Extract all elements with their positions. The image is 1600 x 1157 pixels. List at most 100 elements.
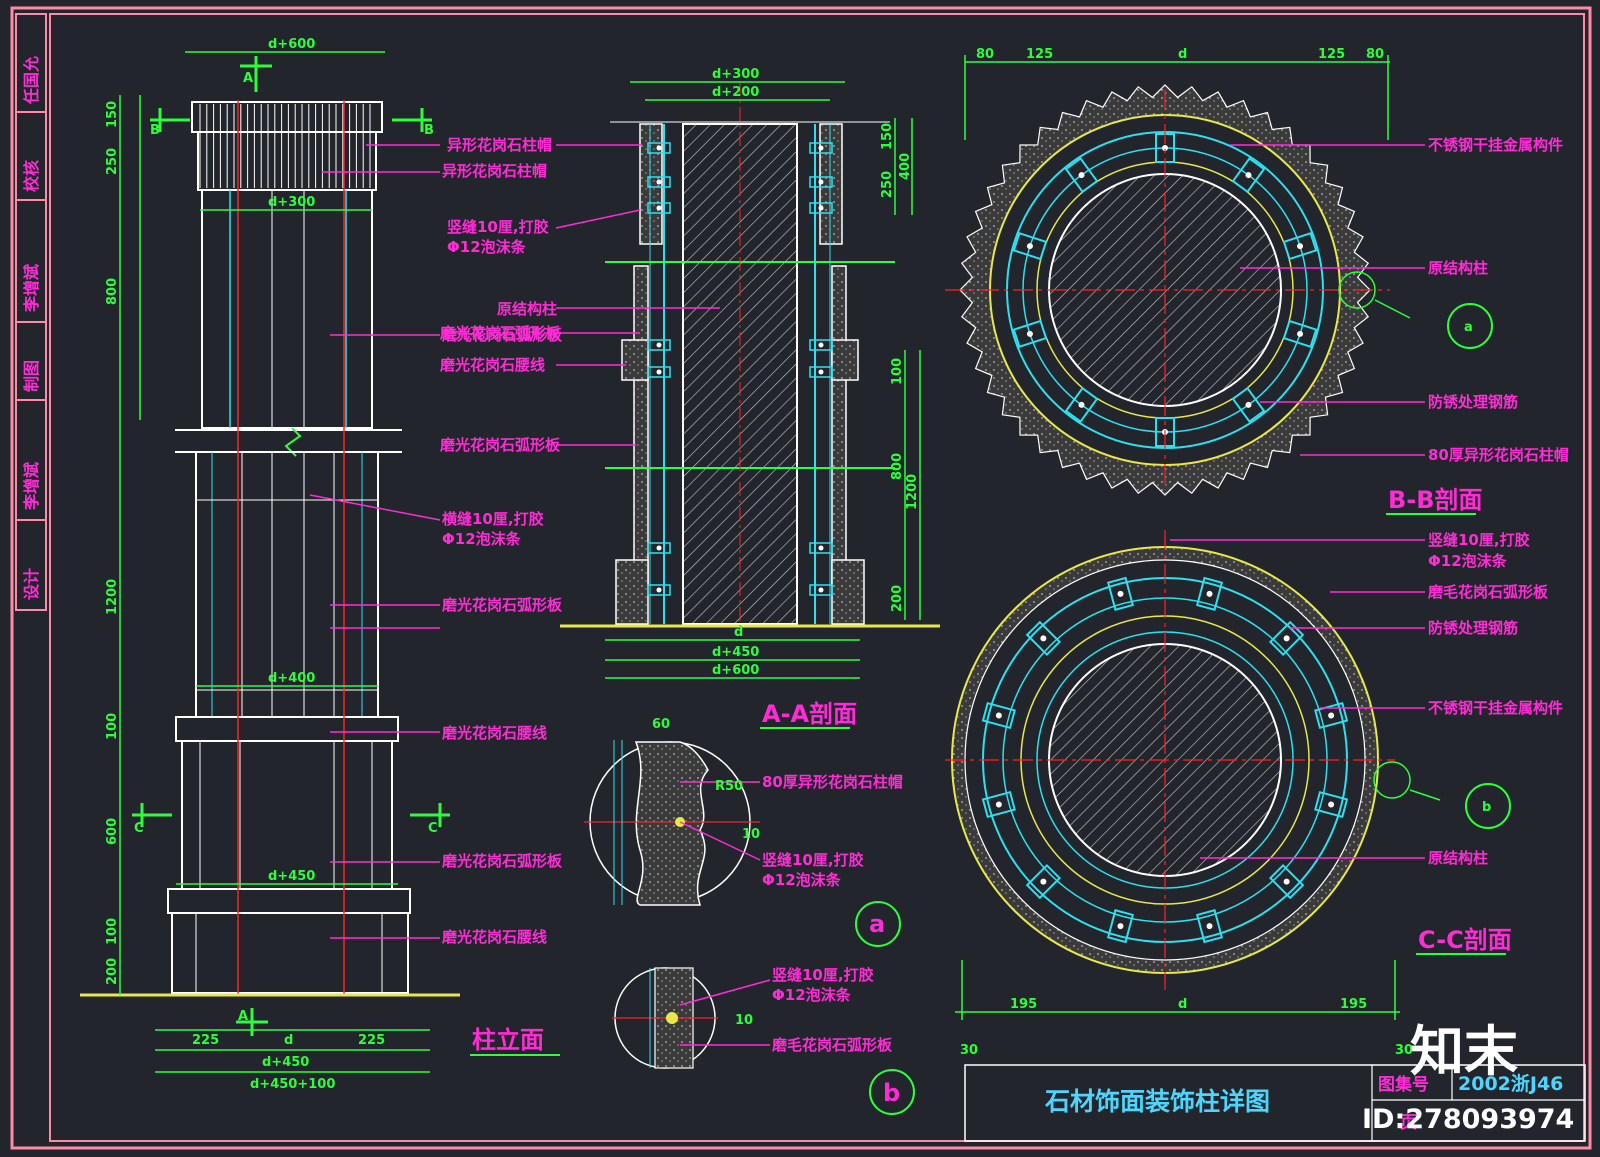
section-cc: b — [945, 530, 1511, 990]
detail-a-label-2: Φ12泡沫条 — [762, 871, 842, 889]
dim-elev-v-1: 250 — [105, 148, 120, 175]
detail-b: b 竖缝10厘,打胶 Φ12泡沫条 磨毛花岗石弧形板 10 — [612, 966, 915, 1115]
aa-label-foam: Φ12泡沫条 — [447, 238, 527, 256]
dim-elev-v-0: 150 — [105, 101, 120, 128]
dim-elev-base: d+450 — [268, 869, 315, 884]
aa-anchor-bolt — [818, 369, 824, 375]
elevation-leaders — [309, 144, 441, 939]
aa-label-panel-2: 磨光花岗石弧形板 — [439, 436, 561, 454]
detail-a: a 80厚异形花岗石柱帽 竖缝10厘,打胶 Φ12泡沫条 60 R50 10 — [584, 717, 903, 947]
bb-label-rebar: 防锈处理钢筋 — [1428, 393, 1518, 411]
cc-label-anchor: 不锈钢干挂金属构件 — [1428, 699, 1563, 717]
detail-a-dim-1: R50 — [715, 779, 743, 794]
section-bb: a — [945, 84, 1493, 496]
strip-text-designer: 李增斌 — [22, 462, 41, 511]
aa-anchor-bolt — [818, 545, 824, 551]
dim-aa-top-1: d+200 — [712, 85, 759, 100]
detail-b-label-1: Φ12泡沫条 — [772, 986, 852, 1004]
marker-b-left: B — [150, 123, 160, 138]
detail-b-label-0: 竖缝10厘,打胶 — [772, 966, 874, 984]
dim-aa-top-0: d+300 — [712, 67, 759, 82]
elev-label-panel-3: 磨光花岗石弧形板 — [441, 852, 563, 870]
dim-elev-bottom-0: 225 — [192, 1033, 219, 1048]
bb-detail-ref: a — [1464, 320, 1473, 335]
dim-bb-0: 80 — [976, 47, 994, 62]
detail-a-label-0: 80厚异形花岗石柱帽 — [762, 773, 903, 791]
section-aa-title: A-A剖面 — [762, 700, 857, 728]
strip-text-drafting: 制图 — [22, 360, 41, 392]
aa-anchor-bolt — [656, 342, 662, 348]
dim-aa-v-5: 100 — [890, 358, 905, 385]
aa-anchor-bolt — [818, 205, 824, 211]
dim-aa-v-0: 150 — [880, 123, 895, 150]
dim-aa-v-1: 250 — [880, 171, 895, 198]
section-bb-title-group: B-B剖面 — [1386, 486, 1483, 515]
section-cc-title-group: C-C剖面 — [1416, 926, 1512, 955]
dim-bb-2: d — [1178, 47, 1187, 62]
detail-b-dim-0: 10 — [735, 1013, 753, 1028]
aa-anchor-bolt — [818, 587, 824, 593]
cad-drawing-canvas: 设计 李增斌 制图 李增斌 校核 任国允 B B C C A A d+600 d… — [10, 6, 1592, 1150]
dim-elev-bottom-2: 225 — [358, 1033, 385, 1048]
elev-label-foam: Φ12泡沫条 — [442, 530, 522, 548]
aa-label-capital: 异形花岗石柱帽 — [447, 136, 552, 154]
watermark-id: ID:278093974 — [1362, 1104, 1574, 1135]
dim-cc-2: d — [1178, 997, 1187, 1012]
aa-label-structure: 原结构柱 — [497, 300, 557, 318]
watermark-brand: 知末 — [1410, 1019, 1518, 1083]
elevation-title: 柱立面 — [472, 1026, 544, 1054]
detail-a-label-1: 竖缝10厘,打胶 — [762, 851, 864, 869]
cc-label-foam: Φ12泡沫条 — [1428, 552, 1508, 570]
marker-b-right: B — [424, 123, 434, 138]
section-bb-title: B-B剖面 — [1388, 486, 1483, 514]
dim-aa-v-2: 400 — [898, 153, 913, 180]
aa-anchor-bolt — [818, 342, 824, 348]
detail-b-label-2: 磨毛花岗石弧形板 — [771, 1036, 893, 1054]
cc-label-structure: 原结构柱 — [1428, 849, 1488, 867]
strip-text-drafter: 李增斌 — [22, 264, 41, 313]
dim-elev-v-2: 800 — [105, 278, 120, 305]
bb-label-capital: 80厚异形花岗石柱帽 — [1428, 446, 1569, 464]
aa-label-panel: 磨光花岗石弧形板 — [439, 324, 561, 342]
dim-aa-v-3: 800 — [890, 453, 905, 480]
dim-bb-1: 125 — [1026, 47, 1053, 62]
elev-label-capital: 异形花岗石柱帽 — [442, 162, 547, 180]
strip-text-design: 设计 — [22, 568, 41, 600]
dim-elev-top: d+600 — [268, 37, 315, 52]
detail-a-marker: a — [869, 910, 885, 938]
aa-anchor-bolt — [656, 205, 662, 211]
aa-anchor-bolt — [656, 587, 662, 593]
dim-elev-mid: d+400 — [268, 671, 315, 686]
dim-elev-bottom-1: d — [284, 1033, 293, 1048]
dim-cc-3: 195 — [1340, 997, 1367, 1012]
cc-detail-ref: b — [1482, 800, 1491, 815]
marker-c-left: C — [134, 821, 144, 836]
dim-elev-v-5: 600 — [105, 818, 120, 845]
sheet-title: 石材饰面装饰柱详图 — [1044, 1087, 1270, 1116]
section-aa — [560, 82, 940, 628]
dim-elev-v-6: 100 — [105, 918, 120, 945]
section-aa-title-group: A-A剖面 — [760, 700, 857, 729]
dim-elev-v-7: 200 — [105, 958, 120, 985]
detail-b-marker: b — [883, 1079, 900, 1107]
elev-label-waist-1: 磨光花岗石腰线 — [441, 724, 547, 742]
elevation-title-group: 柱立面 — [470, 1026, 560, 1056]
dim-elev-inner: d+300 — [268, 195, 315, 210]
dim-bb-4: 80 — [1366, 47, 1384, 62]
dim-aa-v-4: 1200 — [905, 474, 920, 510]
dim-elev-v-4: 100 — [105, 713, 120, 740]
aa-anchor-bolt — [818, 179, 824, 185]
dim-aa-bottom-0: d — [734, 625, 743, 640]
bb-label-anchor: 不锈钢干挂金属构件 — [1428, 136, 1563, 154]
aa-label-joint: 竖缝10厘,打胶 — [447, 218, 549, 236]
dim-cc-0: 30 — [960, 1043, 978, 1058]
detail-a-dim-0: 60 — [652, 717, 670, 732]
aa-anchor-bolt — [656, 145, 662, 151]
dim-aa-bottom-1: d+450 — [712, 645, 759, 660]
aa-anchor-bolt — [656, 369, 662, 375]
aa-anchor-bolt — [818, 145, 824, 151]
section-cc-title: C-C剖面 — [1418, 926, 1512, 954]
dim-elev-bottom-3: d+450 — [262, 1055, 309, 1070]
strip-text-check: 校核 — [22, 160, 41, 192]
elev-label-panel-2: 磨光花岗石弧形板 — [441, 596, 563, 614]
